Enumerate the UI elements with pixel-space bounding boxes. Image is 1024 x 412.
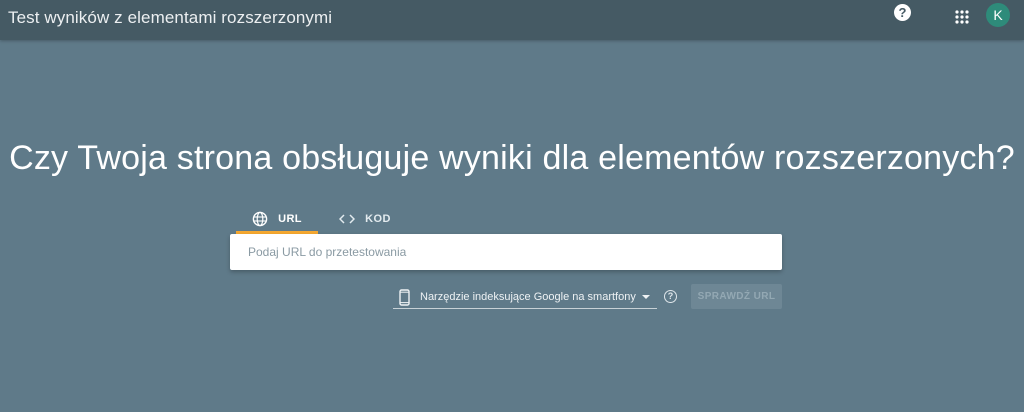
code-icon (339, 213, 356, 225)
dropdown-caret-icon (641, 294, 651, 300)
tab-url[interactable]: URL (236, 204, 318, 234)
apps-grid-icon[interactable] (955, 10, 969, 24)
url-input[interactable] (248, 234, 768, 270)
globe-icon (252, 211, 268, 227)
device-select[interactable]: Narzędzie indeksujące Google na smartfon… (393, 286, 657, 309)
help-circle-icon[interactable]: ? (894, 4, 911, 21)
page-headline: Czy Twoja strona obsługuje wyniki dla el… (9, 139, 1015, 177)
tab-url-label: URL (278, 213, 302, 225)
device-select-label: Narzędzie indeksujące Google na smartfon… (420, 291, 636, 303)
tab-kod-label: KOD (365, 213, 391, 225)
device-help-icon[interactable]: ? (664, 290, 677, 303)
smartphone-icon (399, 288, 410, 306)
account-avatar[interactable]: K (986, 3, 1010, 27)
url-input-container (230, 234, 782, 270)
tab-kod[interactable]: KOD (330, 204, 400, 234)
check-url-button[interactable]: SPRAWDŹ URL (691, 284, 782, 309)
top-app-bar: Test wyników z elementami rozszerzonymi … (0, 0, 1024, 40)
app-title: Test wyników z elementami rozszerzonymi (8, 8, 333, 27)
